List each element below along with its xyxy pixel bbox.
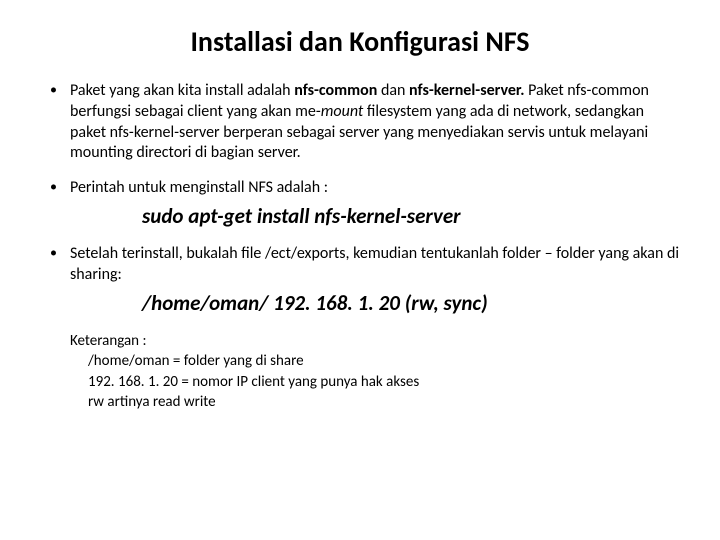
text: Perintah untuk menginstall NFS adalah : bbox=[70, 178, 328, 197]
list-item: Perintah untuk menginstall NFS adalah : … bbox=[40, 178, 680, 230]
list-item: Setelah terinstall, bukalah file /ect/ex… bbox=[40, 244, 680, 317]
bullet-list: Paket yang akan kita install adalah nfs-… bbox=[40, 81, 680, 317]
keterangan-line: rw artinya read write bbox=[70, 392, 680, 412]
list-item: Paket yang akan kita install adalah nfs-… bbox=[40, 81, 680, 164]
text-strong: nfs-kernel-server. bbox=[409, 81, 528, 100]
keterangan-heading: Keterangan : bbox=[70, 331, 680, 351]
keterangan-block: Keterangan : /home/oman = folder yang di… bbox=[70, 331, 680, 412]
command-line: /home/oman/ 192. 168. 1. 20 (rw, sync) bbox=[142, 290, 680, 317]
page-title: Installasi dan Konfigurasi NFS bbox=[40, 24, 680, 59]
keterangan-line: /home/oman = folder yang di share bbox=[70, 351, 680, 371]
text: dan bbox=[377, 81, 409, 100]
text-italic: mount bbox=[321, 102, 364, 121]
keterangan-line: 192. 168. 1. 20 = nomor IP client yang p… bbox=[70, 372, 680, 392]
command-line: sudo apt-get install nfs-kernel-server bbox=[142, 203, 680, 230]
text: Setelah terinstall, bukalah file /ect/ex… bbox=[70, 244, 679, 284]
text: Paket yang akan kita install adalah bbox=[70, 81, 294, 100]
text-strong: nfs-common bbox=[294, 81, 377, 100]
